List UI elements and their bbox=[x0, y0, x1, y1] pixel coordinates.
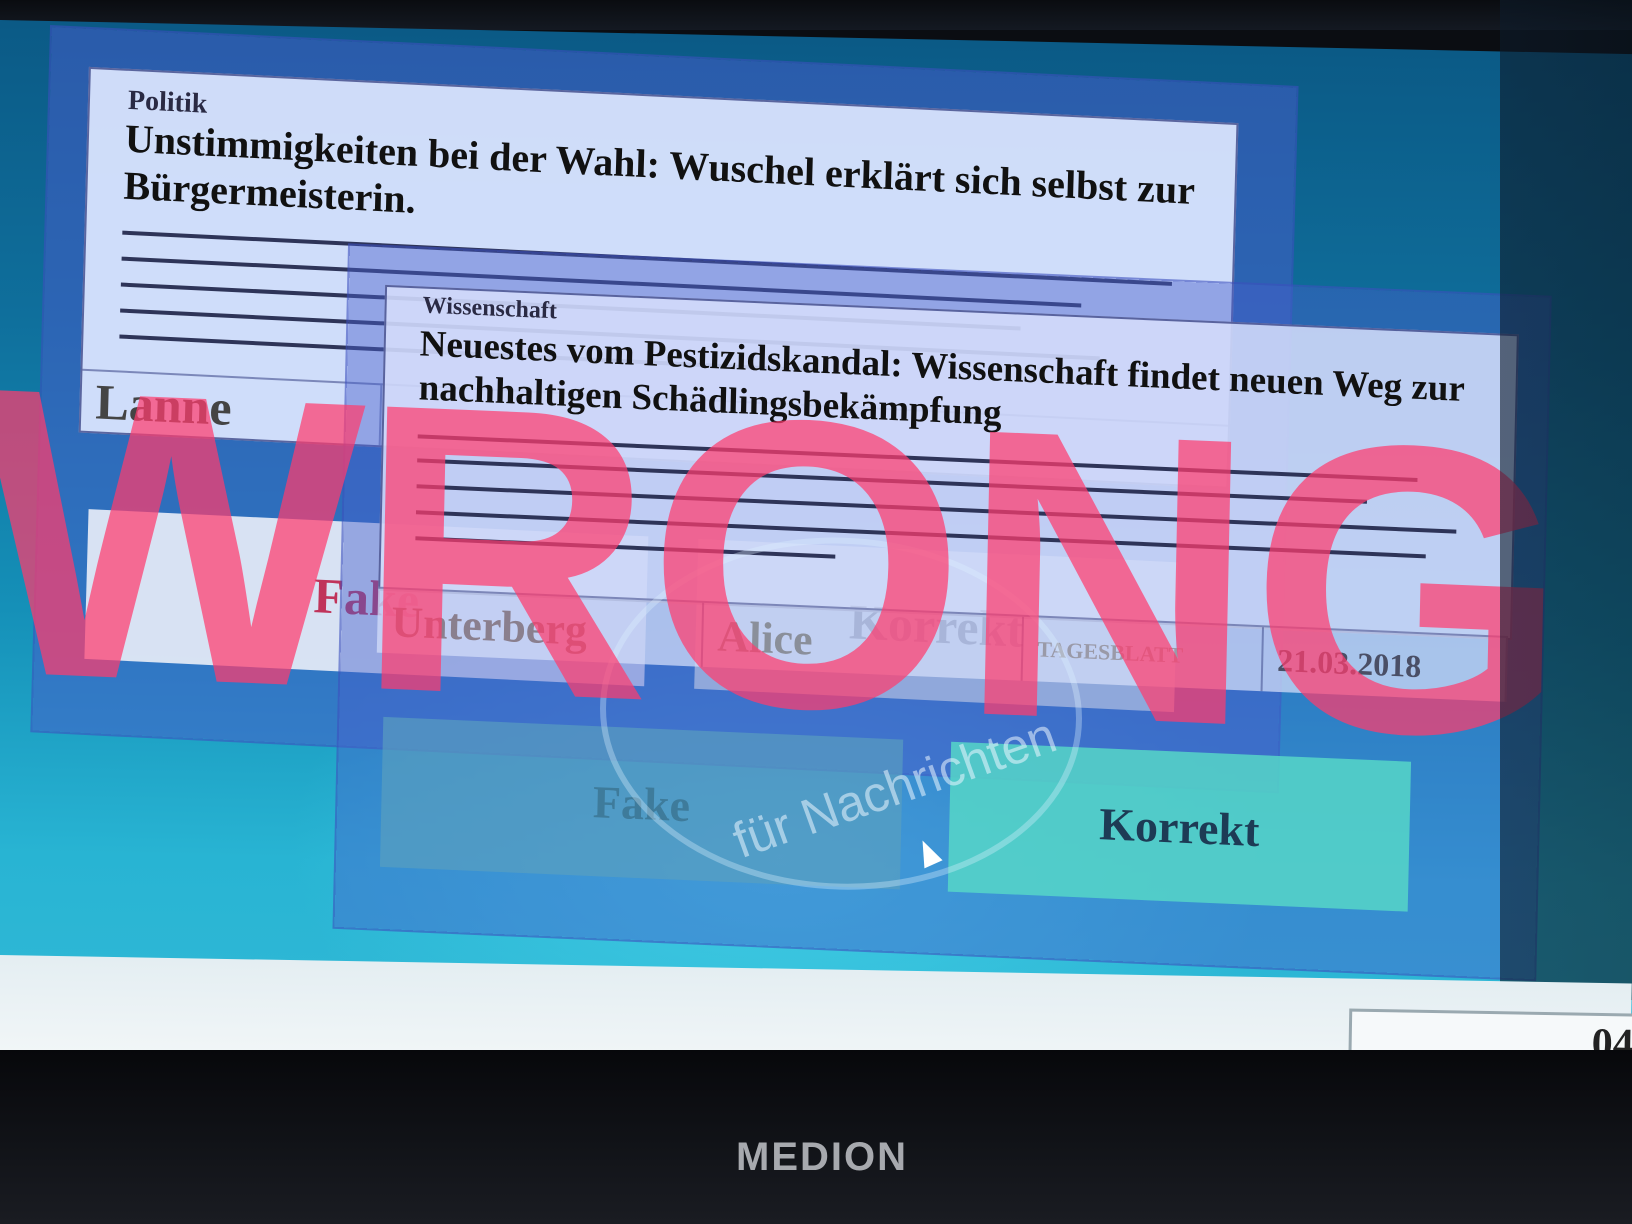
window-reflection bbox=[1500, 0, 1632, 1000]
screen: Politik Unstimmigkeiten bei der Wahl: Wu… bbox=[0, 20, 1632, 1035]
brand-logo: MEDION bbox=[736, 1135, 908, 1179]
wrong-stamp: WRONG bbox=[0, 300, 1568, 825]
